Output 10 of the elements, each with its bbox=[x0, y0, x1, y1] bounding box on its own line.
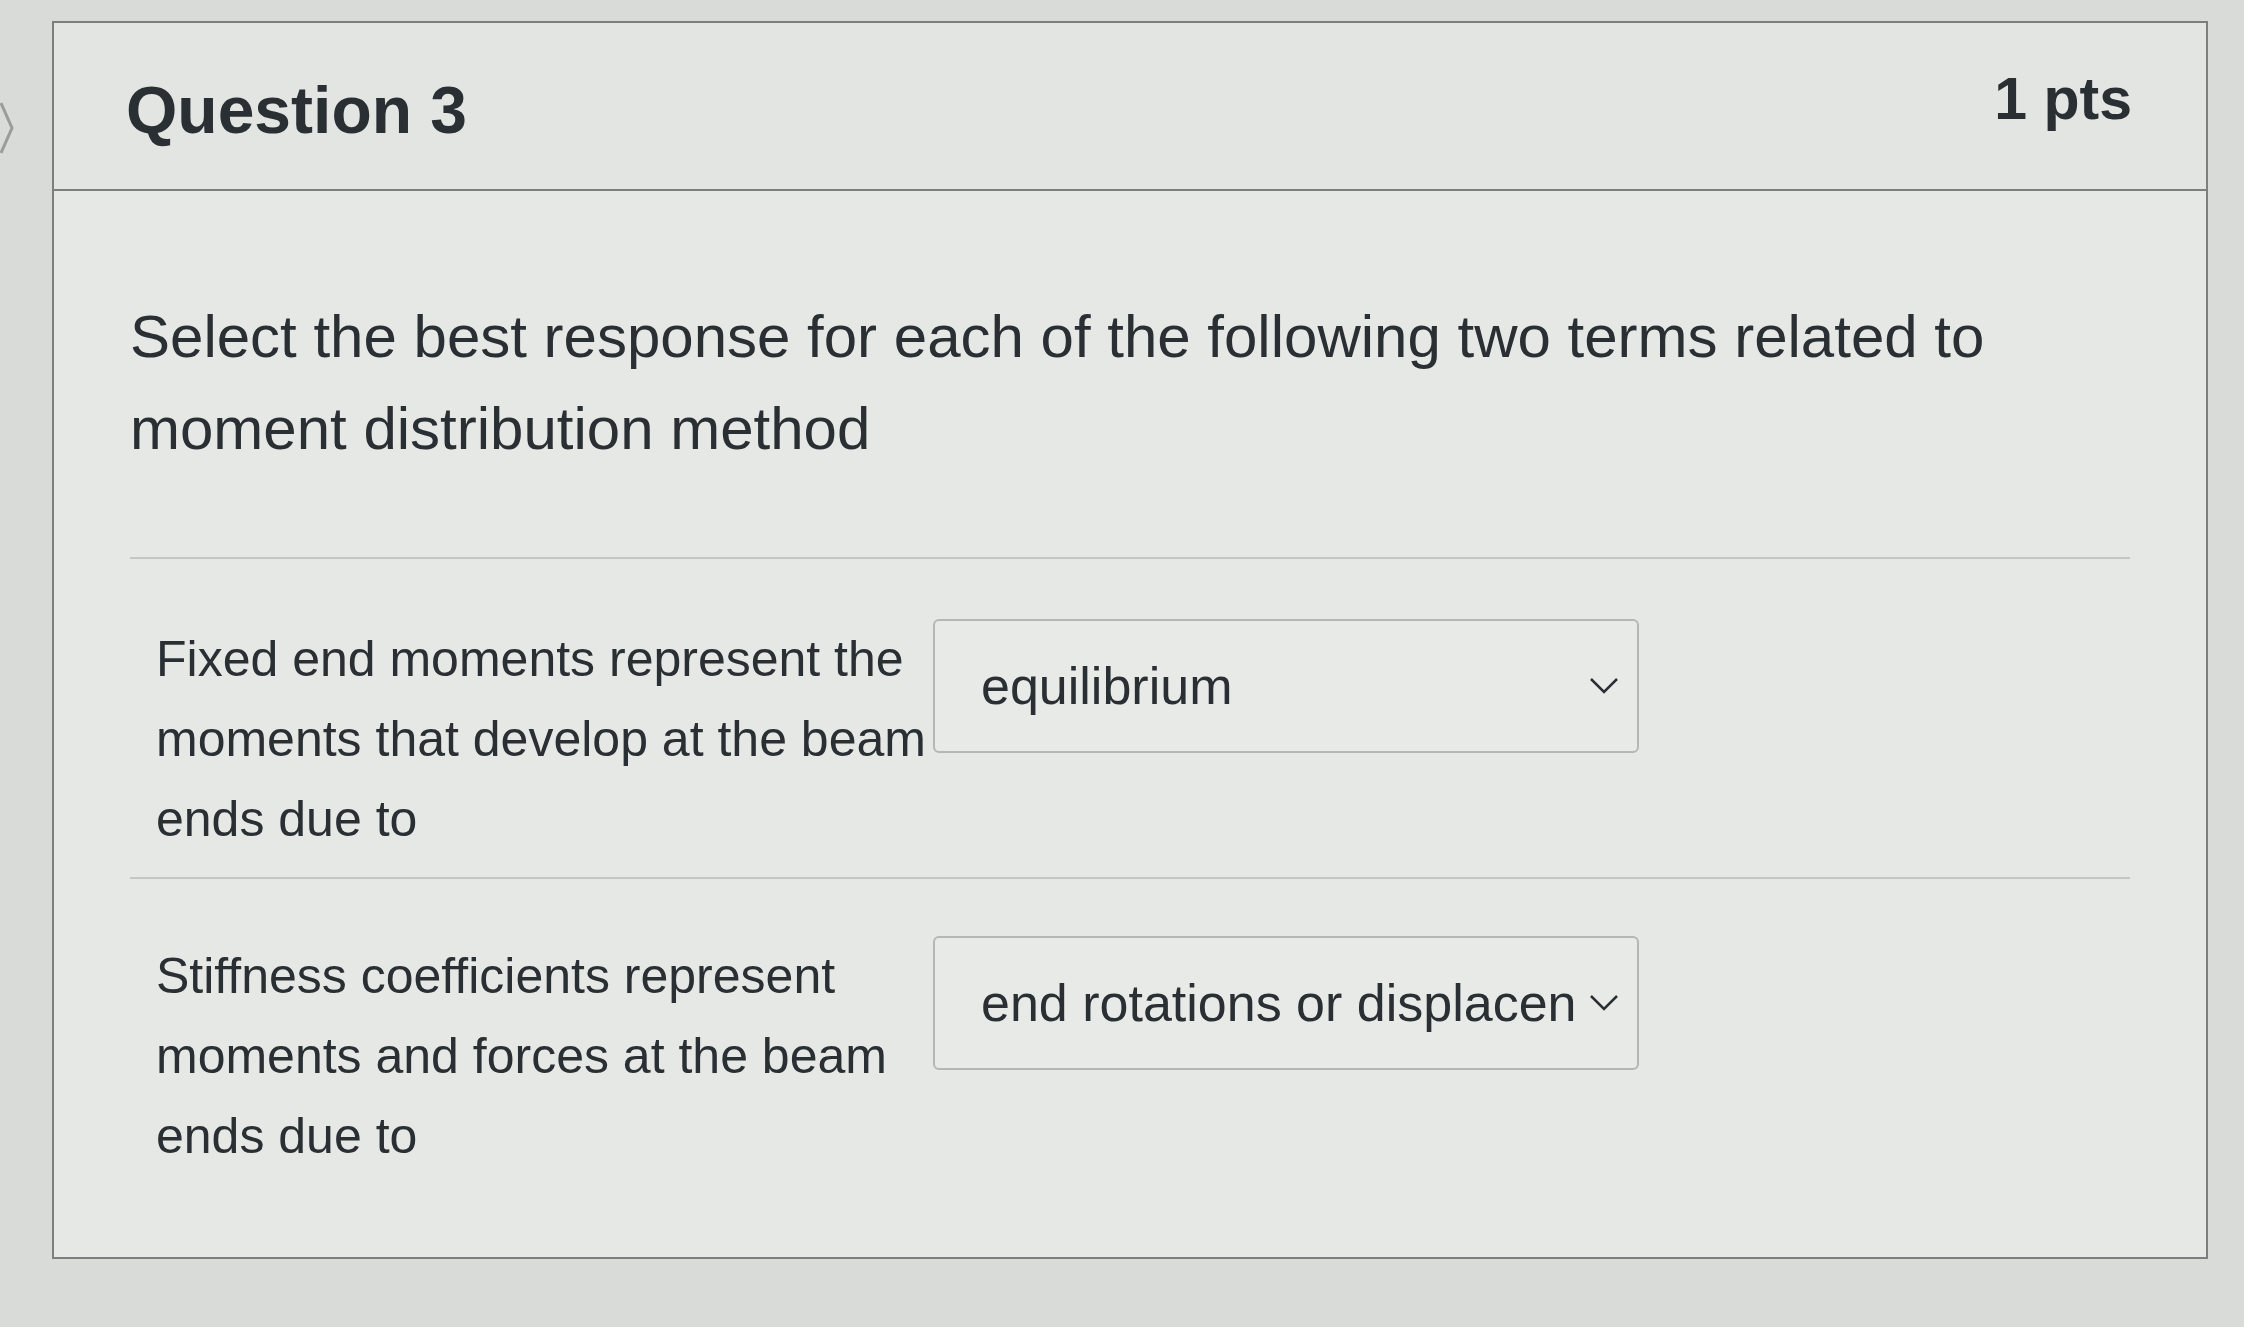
question-title: Question 3 bbox=[126, 72, 468, 149]
points-label: 1 pts bbox=[1994, 65, 2132, 134]
chevron-right-icon bbox=[0, 101, 14, 155]
answer-dropdown[interactable]: equilibrium bbox=[933, 619, 1639, 753]
chevron-down-icon bbox=[1589, 677, 1619, 695]
match-prompt: Fixed end moments represent the moments that develop at the beam ends due to bbox=[155, 630, 927, 849]
question-text: Select the best response for each of the following two terms related to moment distribution method bbox=[130, 302, 1986, 464]
answer-dropdown[interactable]: end rotations or displacen bbox=[933, 936, 1639, 1070]
match-prompt: Stiffness coefficients represent moments and forces at the beam ends due to bbox=[155, 947, 888, 1166]
chevron-down-icon bbox=[1589, 994, 1619, 1012]
